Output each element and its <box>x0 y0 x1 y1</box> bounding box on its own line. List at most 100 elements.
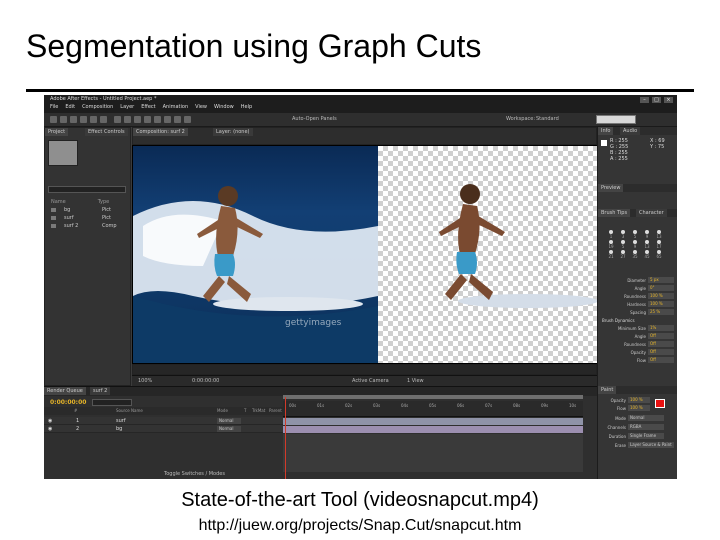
dynamics-opacity-row[interactable]: Opacity Off <box>598 349 677 356</box>
project-item[interactable]: bg Pict <box>51 207 127 213</box>
tab-preview[interactable]: Preview <box>598 184 624 192</box>
mask-tool-icon[interactable] <box>114 116 121 123</box>
mode-select[interactable]: Normal <box>217 418 241 424</box>
rotate-tool-icon[interactable] <box>80 116 87 123</box>
zoom-select[interactable]: 100% <box>138 378 152 384</box>
timeline-search-input[interactable] <box>92 399 132 406</box>
menu-composition[interactable]: Composition <box>82 104 113 110</box>
dynamics-roundness-row[interactable]: Roundness Off <box>598 341 677 348</box>
tab-brush-tips[interactable]: Brush Tips <box>598 209 631 217</box>
dynamics-flow-row[interactable]: Flow Off <box>598 357 677 364</box>
pen-tool-icon[interactable] <box>124 116 131 123</box>
layer-row[interactable]: ◉ 2 bg Normal <box>44 425 283 433</box>
angle-row[interactable]: Angle 0° <box>598 285 677 292</box>
menu-layer[interactable]: Layer <box>120 104 134 110</box>
viewer-timecode[interactable]: 0:00:00:00 <box>192 378 219 384</box>
menu-view[interactable]: View <box>195 104 207 110</box>
spacing-row[interactable]: Spacing 25 % <box>598 309 677 316</box>
column-name[interactable]: Name <box>51 199 66 205</box>
view-layout-select[interactable]: 1 View <box>407 378 424 384</box>
layer-track-bar[interactable] <box>283 418 583 425</box>
brush-tip[interactable]: 13 <box>654 230 664 239</box>
brush-tool-icon[interactable] <box>144 116 151 123</box>
tab-project[interactable]: Project <box>45 128 69 136</box>
brush-tip[interactable]: 5 <box>630 230 640 239</box>
roundness-row[interactable]: Roundness 100 % <box>598 293 677 300</box>
toggle-switches-modes[interactable]: Toggle Switches / Modes <box>164 471 225 477</box>
minimum-size-row[interactable]: Minimum Size 1% <box>598 325 677 332</box>
tab-effect-controls[interactable]: Effect Controls <box>85 128 128 136</box>
menu-file[interactable]: File <box>50 104 58 110</box>
brush-tip[interactable]: 3 <box>618 230 628 239</box>
brush-tip[interactable]: 17 <box>654 240 664 249</box>
tab-render-queue[interactable]: Render Queue <box>44 387 86 395</box>
project-search-input[interactable] <box>48 186 126 193</box>
foreground-color-swatch[interactable] <box>655 399 665 408</box>
brush-tip[interactable]: 45 <box>642 250 652 259</box>
roto-brush-tool-icon[interactable] <box>174 116 181 123</box>
tab-character[interactable]: Character <box>636 209 667 217</box>
brush-tip[interactable]: 5 <box>618 240 628 249</box>
diameter-row[interactable]: Diameter 5 px <box>598 277 677 284</box>
tab-info[interactable]: Info <box>598 127 614 135</box>
hand-tool-icon[interactable] <box>60 116 67 123</box>
auto-open-panels-label[interactable]: Auto-Open Panels <box>292 116 337 122</box>
brush-tip[interactable]: 9 <box>630 240 640 249</box>
text-tool-icon[interactable] <box>134 116 141 123</box>
eraser-tool-icon[interactable] <box>164 116 171 123</box>
column-type[interactable]: Type <box>98 199 109 205</box>
brush-tip[interactable]: 65 <box>654 250 664 259</box>
tab-layer[interactable]: Layer: (none) <box>213 128 253 136</box>
paint-duration-row[interactable]: Duration Single Frame <box>598 433 677 440</box>
pan-behind-tool-icon[interactable] <box>100 116 107 123</box>
paint-opacity-row[interactable]: Opacity 100 % <box>598 397 654 404</box>
tab-surf-2[interactable]: surf 2 <box>90 387 111 395</box>
puppet-tool-icon[interactable] <box>184 116 191 123</box>
project-item[interactable]: surf 2 Comp <box>51 223 127 229</box>
paint-flow-row[interactable]: Flow 100 % <box>598 405 654 412</box>
workspace-select[interactable]: Standard <box>536 116 559 122</box>
menu-window[interactable]: Window <box>214 104 234 110</box>
tab-paint[interactable]: Paint <box>598 386 617 394</box>
composition-viewer[interactable]: gettyimages <box>132 145 599 364</box>
camera-tool-icon[interactable] <box>90 116 97 123</box>
work-area-bar[interactable] <box>283 395 583 399</box>
brush-tip[interactable]: 13 <box>642 240 652 249</box>
playhead[interactable] <box>285 397 286 479</box>
menu-animation[interactable]: Animation <box>163 104 189 110</box>
tab-composition[interactable]: Composition: surf 2 <box>133 128 188 136</box>
menu-help[interactable]: Help <box>241 104 252 110</box>
help-search-input[interactable] <box>596 115 636 124</box>
paint-mode-row[interactable]: Mode Normal <box>598 415 677 422</box>
project-item[interactable]: surf Pict <box>51 215 127 221</box>
eye-icon[interactable]: ◉ <box>48 418 52 424</box>
brush-tip[interactable]: 1 <box>606 230 616 239</box>
maximize-icon[interactable]: □ <box>652 97 661 103</box>
menu-effect[interactable]: Effect <box>141 104 155 110</box>
project-column-header: Name Type <box>51 199 127 205</box>
tab-audio[interactable]: Audio <box>620 127 641 135</box>
brush-tip[interactable]: 19 <box>606 240 616 249</box>
paint-channels-row[interactable]: Channels RGBA <box>598 424 677 431</box>
selection-tool-icon[interactable] <box>50 116 57 123</box>
paint-erase-row[interactable]: Erase Layer Source & Paint <box>598 442 677 449</box>
camera-select[interactable]: Active Camera <box>352 378 389 384</box>
eye-icon[interactable]: ◉ <box>48 426 52 432</box>
close-icon[interactable]: × <box>664 97 673 103</box>
brush-tip[interactable]: 35 <box>630 250 640 259</box>
time-ruler[interactable]: 00s 01s 02s 03s 04s 05s 06s 07s 08s 09s 10s <box>283 401 583 417</box>
menu-edit[interactable]: Edit <box>65 104 75 110</box>
dynamics-angle-row[interactable]: Angle Off <box>598 333 677 340</box>
clone-stamp-tool-icon[interactable] <box>154 116 161 123</box>
hardness-row[interactable]: Hardness 100 % <box>598 301 677 308</box>
mode-select[interactable]: Normal <box>217 426 241 432</box>
current-time[interactable]: 0:00:00:00 <box>50 399 86 406</box>
brush-tip[interactable]: 21 <box>606 250 616 259</box>
brush-tip[interactable]: 27 <box>618 250 628 259</box>
minimize-icon[interactable]: – <box>640 97 649 103</box>
project-link[interactable]: http://juew.org/projects/Snap.Cut/snapcu… <box>0 517 720 535</box>
layer-track-bar[interactable] <box>283 426 583 433</box>
zoom-tool-icon[interactable] <box>70 116 77 123</box>
layer-row[interactable]: ◉ 1 surf Normal <box>44 417 283 425</box>
brush-tip[interactable]: 9 <box>642 230 652 239</box>
